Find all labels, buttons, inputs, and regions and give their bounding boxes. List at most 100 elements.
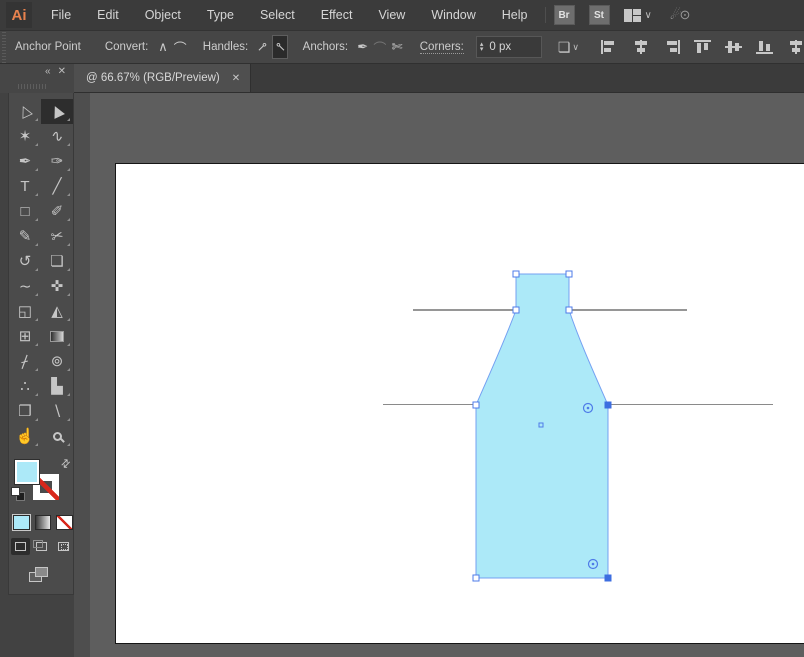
remove-anchor-button[interactable]: ✒ (355, 35, 370, 59)
anchor-point-1[interactable] (512, 270, 520, 278)
align-left-icon[interactable] (601, 40, 618, 54)
color-button[interactable] (12, 514, 31, 531)
tool-line-segment[interactable]: ╱ (41, 174, 73, 199)
tool-width[interactable]: ≀ (9, 274, 41, 299)
convert-label: Convert: (104, 41, 149, 53)
close-panel-icon[interactable]: ✕ (58, 66, 66, 77)
tool-shape-builder[interactable]: ◱ (9, 299, 41, 324)
tool-type[interactable]: T (9, 174, 41, 199)
anchor-point-2[interactable] (565, 270, 573, 278)
canvas-pasteboard[interactable] (74, 93, 804, 657)
tool-pen[interactable]: ✒ (9, 149, 41, 174)
tool-rotate[interactable]: ↺ (9, 249, 41, 274)
color-mode-row (12, 514, 74, 531)
change-screen-mode-button[interactable] (29, 567, 49, 583)
draw-normal-button[interactable] (11, 538, 31, 555)
tool-lasso[interactable]: ∿ (41, 124, 73, 149)
cut-path-button[interactable]: ✄ (390, 35, 405, 59)
tool-scissors[interactable]: ✂ (41, 224, 73, 249)
tool-zoom[interactable] (41, 424, 73, 449)
tool-curvature[interactable]: ✑ (41, 149, 73, 174)
artwork-canvas[interactable] (74, 93, 804, 657)
tab-close-icon[interactable]: ✕ (232, 73, 240, 84)
menu-view[interactable]: View (365, 0, 418, 30)
menu-edit[interactable]: Edit (84, 0, 132, 30)
anchor-point-4[interactable] (565, 306, 573, 314)
gpu-performance-icon[interactable]: ☄ ⊙ (670, 7, 691, 23)
workspace-switcher-icon[interactable] (623, 8, 641, 22)
menu-object[interactable]: Object (132, 0, 194, 30)
corners-link[interactable]: Corners: (419, 41, 464, 54)
menu-effect[interactable]: Effect (308, 0, 366, 30)
tool-eyedropper[interactable]: ∤ (9, 349, 41, 374)
none-button[interactable] (56, 515, 74, 530)
tool-mesh[interactable]: ⊞ (9, 324, 41, 349)
connect-endpoints-button[interactable]: ⌒ (372, 35, 387, 59)
anchor-point-3[interactable] (512, 306, 520, 314)
stock-button[interactable]: St (588, 5, 610, 25)
menu-window[interactable]: Window (418, 0, 488, 30)
select-similar-button[interactable]: ❏ ∨ (558, 39, 579, 56)
toolbar-panel-header: « ✕ (0, 64, 74, 93)
live-corner-dot-2[interactable] (591, 562, 595, 566)
corners-stepper[interactable]: ▴ ▾ (480, 41, 484, 53)
draw-behind-button[interactable] (32, 538, 51, 555)
menu-file[interactable]: File (38, 0, 84, 30)
anchor-point-6[interactable] (472, 574, 480, 582)
tool-shaper[interactable]: ✎ (9, 224, 41, 249)
tool-selection[interactable]: ▷ (9, 99, 41, 124)
tool-perspective-grid[interactable]: ◭ (41, 299, 73, 324)
show-handles-button[interactable]: ⊸ (253, 35, 271, 59)
tool-dock: « ✕ ▷ ▶ ✶ ∿ ✒ ✑ T ╱ □ ✐ ✎ ✂ ↺ ❏ ≀ ✜ ◱ ◭ ⊞ ∤ ⊚ ∴ ▙ ❒ ∖ ☝ ⇄ (0, 64, 74, 657)
gradient-button[interactable] (34, 515, 52, 530)
swap-fill-stroke-icon[interactable]: ⇄ (58, 456, 73, 471)
fill-swatch[interactable] (14, 459, 40, 485)
tool-slice[interactable]: ∖ (41, 399, 73, 424)
control-bar-gripper[interactable] (0, 31, 7, 63)
draw-inside-button[interactable] (54, 538, 73, 555)
collapse-panel-icon[interactable]: « (45, 66, 51, 77)
menu-select[interactable]: Select (247, 0, 308, 30)
live-corner-dot-1[interactable] (586, 406, 590, 410)
convert-to-smooth-button[interactable]: ⌒ (173, 35, 188, 59)
convert-to-corner-button[interactable]: ∧ (155, 35, 170, 59)
default-fill-stroke-icon[interactable] (11, 487, 25, 501)
tool-paintbrush[interactable]: ✐ (41, 199, 73, 224)
tool-hand[interactable]: ☝ (9, 424, 41, 449)
toolbar-panel: ▷ ▶ ✶ ∿ ✒ ✑ T ╱ □ ✐ ✎ ✂ ↺ ❏ ≀ ✜ ◱ ◭ ⊞ ∤ ⊚ ∴ ▙ ❒ ∖ ☝ ⇄ (8, 93, 74, 595)
panel-gripper[interactable] (18, 84, 48, 89)
handles-label: Handles: (202, 41, 249, 53)
hide-handles-button[interactable]: ⊸ (271, 35, 290, 59)
align-hcenter-icon[interactable] (632, 40, 649, 54)
tool-blend[interactable]: ⊚ (41, 349, 73, 374)
bridge-button[interactable]: Br (553, 5, 575, 25)
menu-help[interactable]: Help (489, 0, 541, 30)
anchor-point-selected-2[interactable] (604, 574, 612, 582)
tool-rectangle[interactable]: □ (9, 199, 41, 224)
tool-magic-wand[interactable]: ✶ (9, 124, 41, 149)
align-top-icon[interactable] (694, 40, 712, 54)
tool-scale[interactable]: ❏ (41, 249, 73, 274)
tool-symbol-sprayer[interactable]: ∴ (9, 374, 41, 399)
document-tab[interactable]: @ 66.67% (RGB/Preview) ✕ (74, 64, 252, 92)
anchor-point-selected-1[interactable] (604, 401, 612, 409)
tool-gradient[interactable] (41, 324, 73, 349)
anchor-point-5[interactable] (472, 401, 480, 409)
tool-direct-selection[interactable]: ▶ (41, 99, 73, 124)
stepper-down-icon[interactable]: ▾ (480, 46, 484, 53)
bottle-shape[interactable] (475, 273, 609, 579)
workspace-chevron-icon[interactable]: ∨ (645, 10, 652, 21)
align-right-icon[interactable] (663, 40, 681, 54)
tool-column-graph[interactable]: ▙ (41, 374, 73, 399)
corners-input[interactable]: ▴ ▾ 0 px (475, 36, 542, 58)
align-bottom-icon[interactable] (756, 40, 774, 54)
tool-artboard[interactable]: ❒ (9, 399, 41, 424)
control-bar: Anchor Point Convert: ∧ ⌒ Handles: ⊸ ⊸ A… (0, 30, 804, 64)
swatch-area: ⇄ (9, 455, 73, 511)
align-hcenter-icon-partial[interactable] (787, 40, 804, 54)
menu-type[interactable]: Type (194, 0, 247, 30)
main-area: « ✕ ▷ ▶ ✶ ∿ ✒ ✑ T ╱ □ ✐ ✎ ✂ ↺ ❏ ≀ ✜ ◱ ◭ ⊞ ∤ ⊚ ∴ ▙ ❒ ∖ ☝ ⇄ (0, 64, 804, 657)
tool-puppet-warp[interactable]: ✜ (41, 274, 73, 299)
dock-filler (0, 595, 74, 657)
align-vcenter-icon[interactable] (725, 40, 743, 54)
